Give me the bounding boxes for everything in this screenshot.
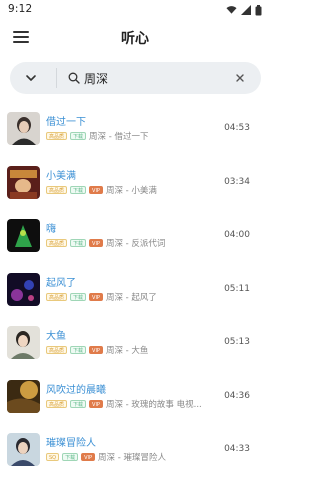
- vip-badge: VIP: [89, 239, 103, 247]
- song-subtitle: 周深 - 小美满: [105, 185, 157, 196]
- download-badge: 下载: [62, 453, 79, 461]
- song-row[interactable]: 借过一下 高品质 下载 周深 - 借过一下 04:53: [0, 103, 270, 157]
- download-badge: 下载: [70, 132, 87, 140]
- battery-icon: [255, 4, 262, 15]
- song-duration: 04:33: [224, 444, 250, 454]
- song-list: 借过一下 高品质 下载 周深 - 借过一下 04:53 小美满 高品质 下载 V…: [0, 103, 270, 478]
- status-icons: [226, 4, 262, 16]
- search-bar: [0, 58, 270, 100]
- download-badge: 下载: [70, 239, 87, 247]
- song-duration: 03:34: [224, 176, 250, 187]
- song-title: 大鱼: [46, 331, 66, 342]
- song-subtitle: 周深 - 借过一下: [89, 132, 149, 142]
- song-meta: SQ 下载 VIP 周深 - 璀璨冒险人: [46, 451, 166, 463]
- song-row[interactable]: 大鱼 高品质 下载 VIP 周深 - 大鱼 05:13: [0, 317, 270, 371]
- vip-badge: VIP: [89, 185, 103, 194]
- download-badge: 下载: [70, 292, 87, 301]
- close-icon[interactable]: [233, 71, 247, 85]
- album-cover: [7, 326, 40, 359]
- wifi-icon: [226, 6, 237, 14]
- song-meta: 高品质 下载 VIP 周深 - 反派代词: [46, 237, 165, 249]
- song-title: 小美满: [46, 170, 76, 182]
- song-duration: 05:11: [224, 283, 250, 294]
- song-subtitle: 周深 - 璀璨冒险人: [98, 453, 167, 463]
- song-row[interactable]: 风吹过的晨曦 高品质 下载 VIP 周深 - 玫瑰的故事 电视... 04:36: [0, 371, 270, 425]
- album-cover: [7, 379, 40, 413]
- song-title: 风吹过的晨曦: [46, 384, 106, 396]
- song-title: 璀璨冒险人: [46, 438, 96, 449]
- status-bar: 9:12: [0, 0, 270, 20]
- album-cover: [7, 272, 40, 306]
- download-badge: 下载: [70, 185, 87, 194]
- app-bar: 听心: [0, 20, 270, 58]
- search-icon: [68, 72, 80, 84]
- vip-badge: VIP: [89, 346, 103, 354]
- song-duration: 04:53: [224, 123, 250, 133]
- song-meta: 高品质 下载 VIP 周深 - 大鱼: [46, 344, 148, 356]
- search-pill: [10, 62, 261, 94]
- song-row[interactable]: 起风了 高品质 下载 VIP 周深 - 起风了 05:11: [0, 264, 270, 318]
- album-cover: [7, 433, 40, 466]
- song-meta: 高品质 下载 周深 - 借过一下: [46, 130, 149, 142]
- vip-badge: VIP: [89, 399, 103, 408]
- quality-badge: 高品质: [46, 185, 68, 194]
- quality-badge: 高品质: [46, 399, 68, 408]
- quality-badge: 高品质: [46, 346, 68, 354]
- album-cover: [7, 112, 40, 145]
- song-duration: 05:13: [224, 337, 250, 347]
- song-title: 起风了: [46, 277, 76, 289]
- song-subtitle: 周深 - 反派代词: [105, 239, 166, 249]
- album-cover: [7, 165, 40, 199]
- song-row[interactable]: 小美满 高品质 下载 VIP 周深 - 小美满 03:34: [0, 157, 270, 211]
- sq-badge: SQ: [46, 453, 60, 461]
- chevron-down-icon[interactable]: [23, 70, 39, 86]
- status-time: 9:12: [8, 3, 33, 15]
- quality-badge: 高品质: [46, 132, 68, 140]
- song-title: 借过一下: [46, 117, 86, 128]
- download-badge: 下载: [70, 399, 87, 408]
- vip-badge: VIP: [81, 453, 96, 461]
- song-subtitle: 周深 - 大鱼: [105, 346, 149, 356]
- search-divider: [56, 68, 57, 88]
- song-subtitle: 周深 - 玫瑰的故事 电视...: [105, 399, 202, 410]
- song-subtitle: 周深 - 起风了: [105, 292, 157, 303]
- song-meta: 高品质 下载 VIP 周深 - 小美满: [46, 184, 157, 196]
- page-title: 听心: [121, 31, 149, 47]
- song-duration: 04:36: [224, 390, 250, 401]
- song-meta: 高品质 下载 VIP 周深 - 起风了: [46, 291, 157, 303]
- download-badge: 下载: [70, 346, 87, 354]
- song-title: 嗨: [46, 224, 56, 235]
- song-meta: 高品质 下载 VIP 周深 - 玫瑰的故事 电视...: [46, 398, 202, 410]
- vip-badge: VIP: [89, 292, 103, 301]
- album-cover: [7, 219, 40, 252]
- quality-badge: 高品质: [46, 292, 68, 301]
- song-row[interactable]: 嗨 高品质 下载 VIP 周深 - 反派代词 04:00: [0, 210, 270, 264]
- search-input[interactable]: [84, 68, 224, 88]
- signal-icon: [241, 5, 251, 15]
- song-row[interactable]: 璀璨冒险人 SQ 下载 VIP 周深 - 璀璨冒险人 04:33: [0, 424, 270, 478]
- quality-badge: 高品质: [46, 239, 68, 247]
- song-duration: 04:00: [224, 230, 250, 240]
